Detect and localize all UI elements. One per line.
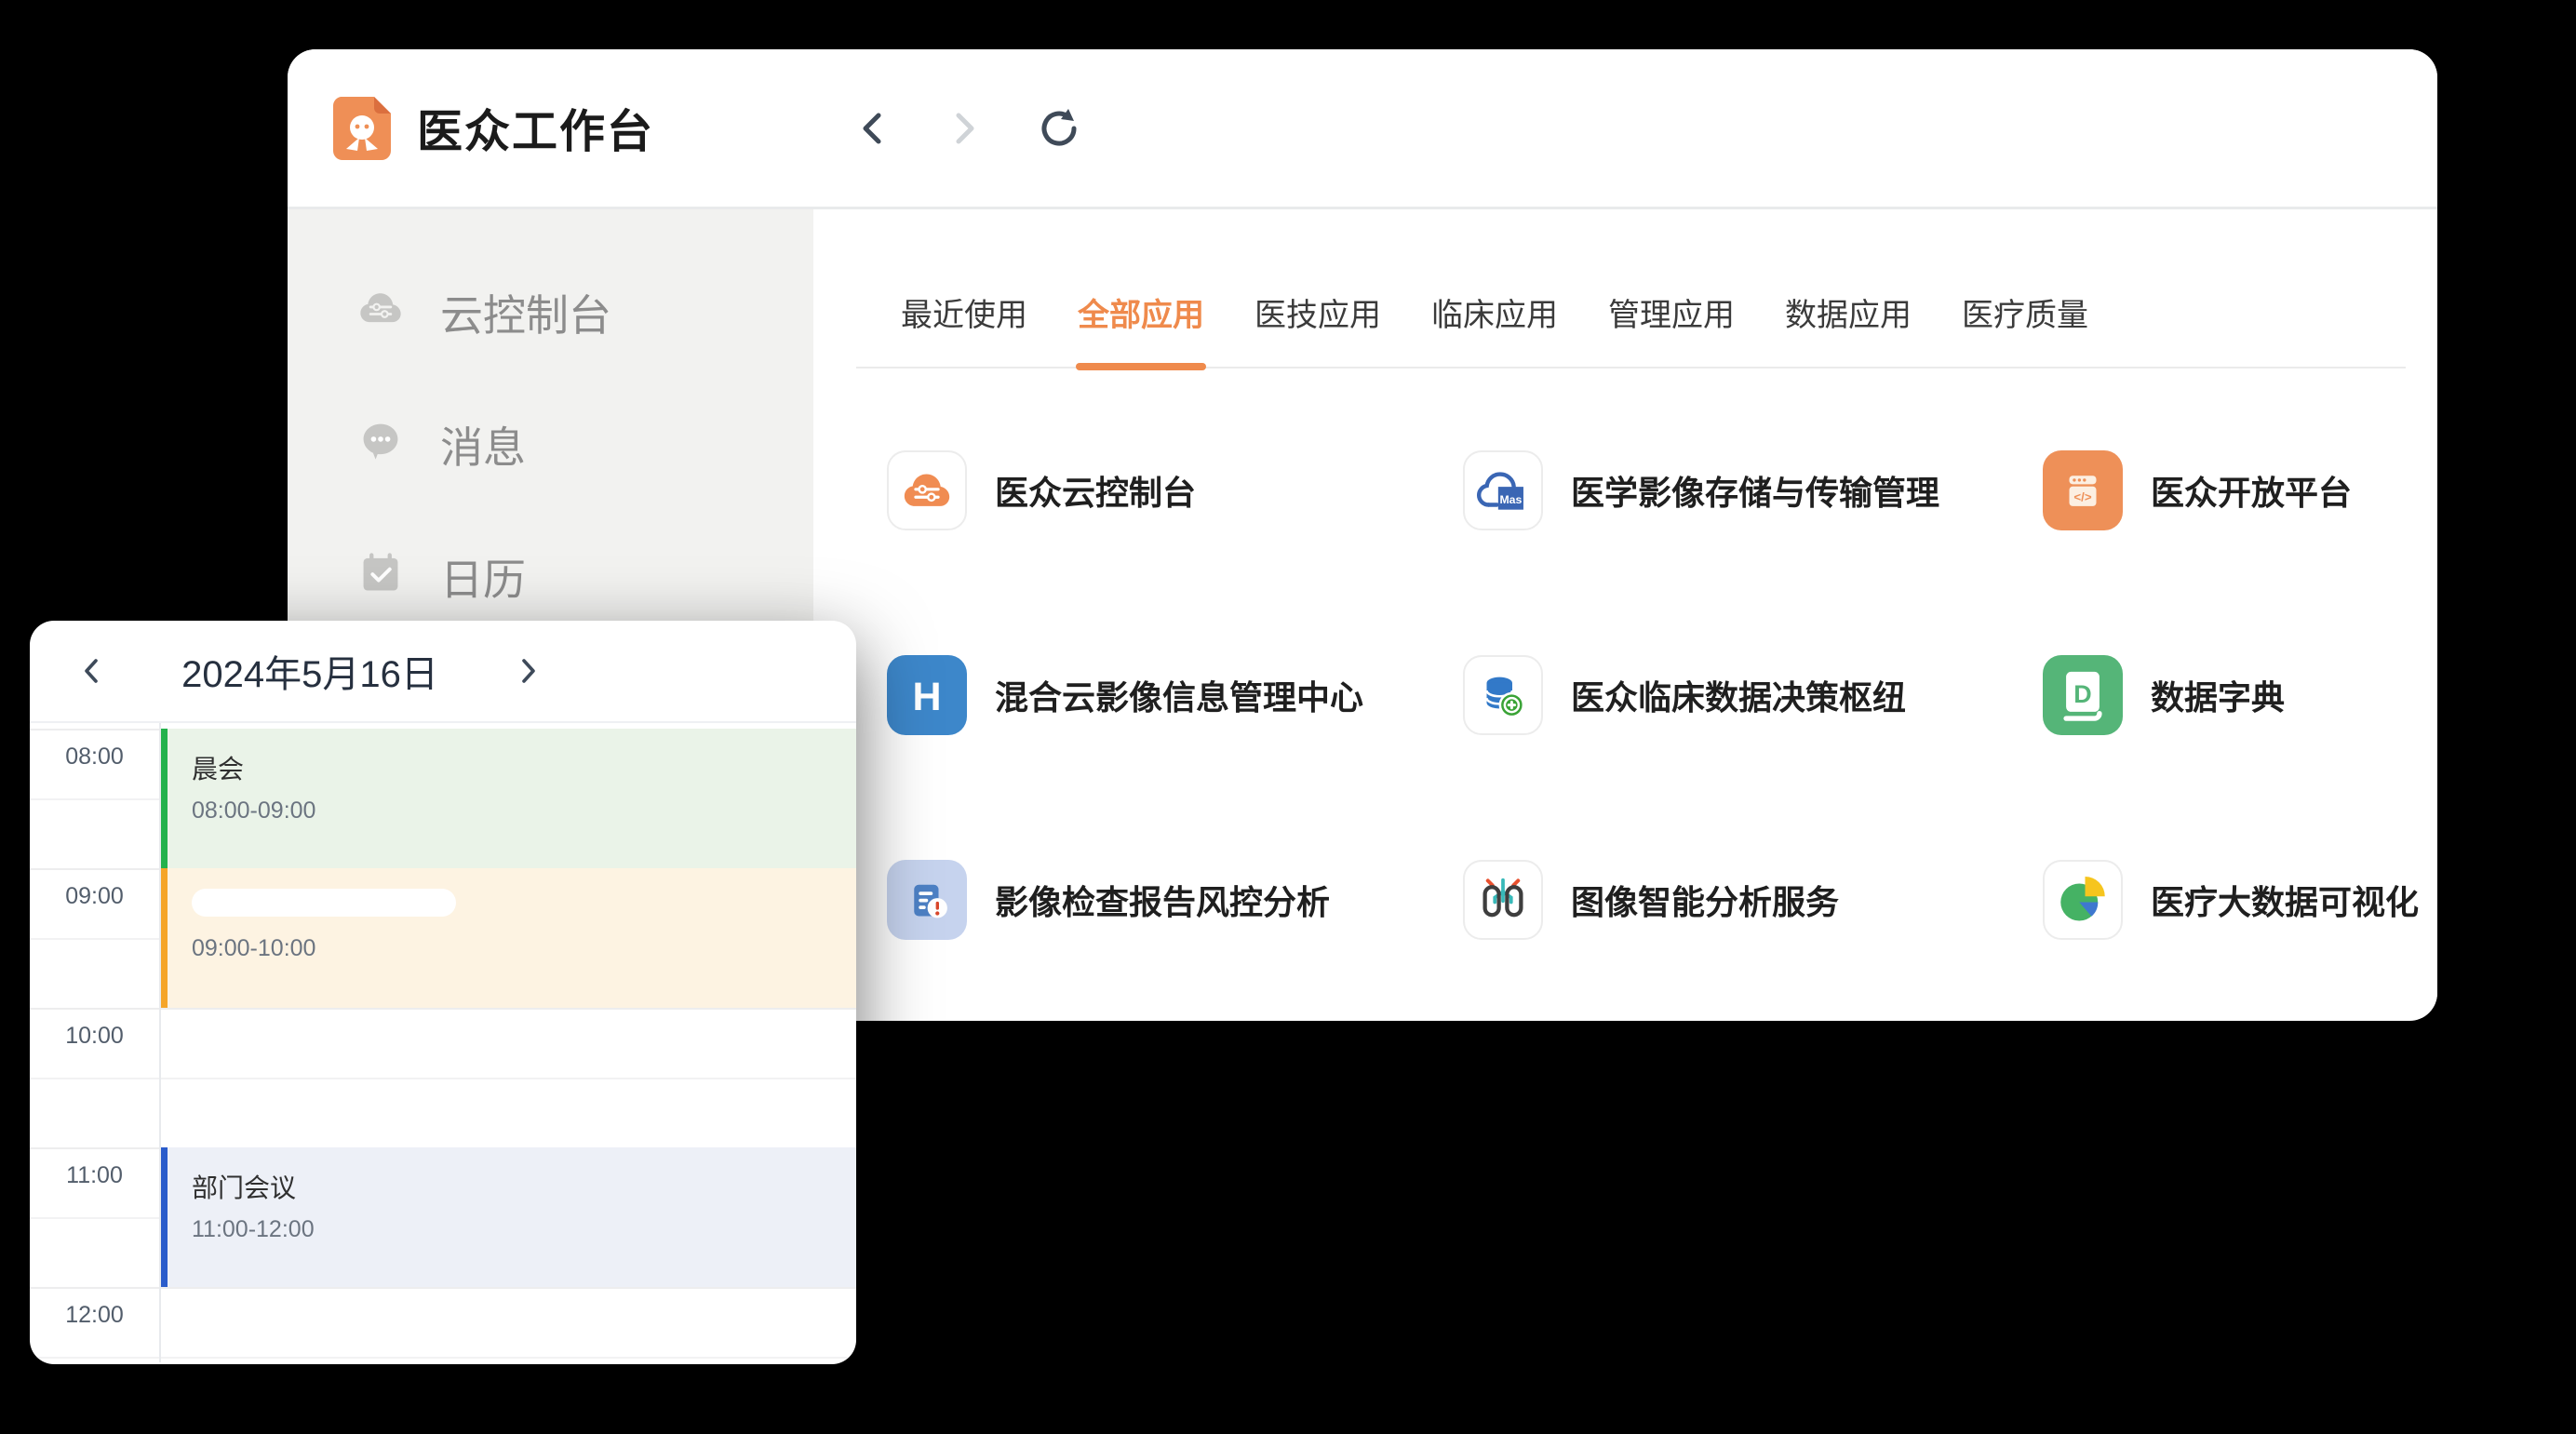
tab-management[interactable]: 管理应用 [1608, 289, 1735, 367]
calendar-body: 08:00 09:00 10:00 11:00 12:00 晨会 08:00-0… [30, 723, 856, 1362]
sidebar-item-cloud-console[interactable]: 云控制台 [288, 247, 813, 379]
gridline-hour [30, 1008, 856, 1010]
event-redacted[interactable]: 09:00-10:00 [161, 868, 856, 1008]
event-title: 部门会议 [192, 1168, 856, 1205]
app-logo-icon [333, 97, 391, 160]
letter-h-icon: H [887, 655, 967, 735]
app-label: 医众开放平台 [2151, 466, 2352, 515]
app-label: 数据字典 [2151, 671, 2285, 719]
app-image-storage[interactable]: Mas 医学影像存储与传输管理 [1463, 450, 2043, 530]
app-data-dictionary[interactable]: D 数据字典 [2043, 655, 2437, 735]
tab-all-apps[interactable]: 全部应用 [1078, 289, 1204, 367]
app-label: 医疗大数据可视化 [2151, 876, 2419, 924]
dictionary-book-icon: D [2043, 655, 2123, 735]
event-time: 11:00-12:00 [192, 1216, 856, 1243]
content-area: 最近使用 全部应用 医技应用 临床应用 管理应用 数据应用 医疗质量 [813, 209, 2437, 1018]
app-clinical-data-hub[interactable]: 医众临床数据决策枢纽 [1463, 655, 2043, 735]
app-label: 医众云控制台 [995, 466, 1196, 515]
calendar-check-icon [356, 548, 405, 607]
time-label: 08:00 [30, 744, 159, 771]
calendar-date: 2024年5月16日 [105, 644, 515, 698]
sidebar-item-label: 日历 [440, 546, 526, 608]
svg-text:Mas: Mas [1499, 493, 1522, 506]
event-morning-meeting[interactable]: 晨会 08:00-09:00 [161, 729, 856, 868]
app-label: 影像检查报告风控分析 [995, 876, 1330, 924]
prev-day-button[interactable] [77, 654, 105, 688]
forward-button[interactable] [946, 108, 983, 149]
app-title: 医众工作台 [417, 95, 654, 161]
time-label: 10:00 [30, 1023, 159, 1050]
sidebar-item-label: 云控制台 [440, 282, 611, 343]
app-header: 医众工作台 [288, 49, 2437, 209]
nav-group [854, 106, 1081, 151]
app-label: 图像智能分析服务 [1571, 876, 1839, 924]
code-window-icon: </> [2043, 450, 2123, 530]
calendar-header: 2024年5月16日 [30, 621, 856, 723]
refresh-button[interactable] [1037, 106, 1081, 151]
next-day-button[interactable] [515, 654, 543, 688]
event-time: 09:00-10:00 [192, 935, 856, 962]
event-department-meeting[interactable]: 部门会议 11:00-12:00 [161, 1147, 856, 1287]
pie-chart-icon [2043, 860, 2123, 940]
report-alert-icon [887, 860, 967, 940]
tab-medtech[interactable]: 医技应用 [1254, 289, 1381, 367]
app-big-data-visualization[interactable]: 医疗大数据可视化 [2043, 860, 2437, 940]
app-hybrid-cloud-center[interactable]: H 混合云影像信息管理中心 [887, 655, 1463, 735]
time-label: 12:00 [30, 1302, 159, 1329]
event-title: 晨会 [192, 749, 856, 786]
tab-clinical[interactable]: 临床应用 [1431, 289, 1558, 367]
gridline-hour [30, 1287, 856, 1289]
chat-bubble-icon [356, 416, 405, 475]
app-label: 医众临床数据决策枢纽 [1571, 671, 1906, 719]
time-label: 09:00 [30, 883, 159, 910]
tab-data[interactable]: 数据应用 [1785, 289, 1912, 367]
sidebar-item-label: 消息 [440, 414, 526, 476]
app-open-platform[interactable]: </> 医众开放平台 [2043, 450, 2437, 530]
tab-bar: 最近使用 全部应用 医技应用 临床应用 管理应用 数据应用 医疗质量 [856, 289, 2406, 369]
app-label: 混合云影像信息管理中心 [995, 671, 1363, 719]
svg-text:</>: </> [2073, 489, 2091, 503]
tab-recent[interactable]: 最近使用 [901, 289, 1027, 367]
sidebar-item-messages[interactable]: 消息 [288, 379, 813, 511]
database-plus-icon [1463, 655, 1543, 735]
back-button[interactable] [854, 108, 892, 149]
event-time: 08:00-09:00 [192, 797, 856, 824]
gridline-half [30, 1078, 856, 1079]
tab-quality[interactable]: 医疗质量 [1962, 289, 2088, 367]
app-label: 医学影像存储与传输管理 [1571, 466, 1939, 515]
calendar-panel: 2024年5月16日 08:00 09:00 10:00 11:00 12:00… [30, 621, 856, 1364]
cloud-settings-icon [887, 450, 967, 530]
app-grid: 医众云控制台 Mas 医学影像存储与传输管理 [887, 450, 2437, 940]
app-image-ai-analysis[interactable]: 图像智能分析服务 [1463, 860, 2043, 940]
app-report-risk-analysis[interactable]: 影像检查报告风控分析 [887, 860, 1463, 940]
event-title-redacted [192, 889, 456, 917]
app-cloud-console[interactable]: 医众云控制台 [887, 450, 1463, 530]
lungs-icon [1463, 860, 1543, 940]
svg-text:D: D [2073, 680, 2091, 708]
svg-text:H: H [912, 675, 941, 719]
cloud-mas-icon: Mas [1463, 450, 1543, 530]
time-label: 11:00 [30, 1162, 159, 1189]
cloud-settings-icon [356, 284, 405, 342]
gridline-half [30, 1357, 856, 1359]
